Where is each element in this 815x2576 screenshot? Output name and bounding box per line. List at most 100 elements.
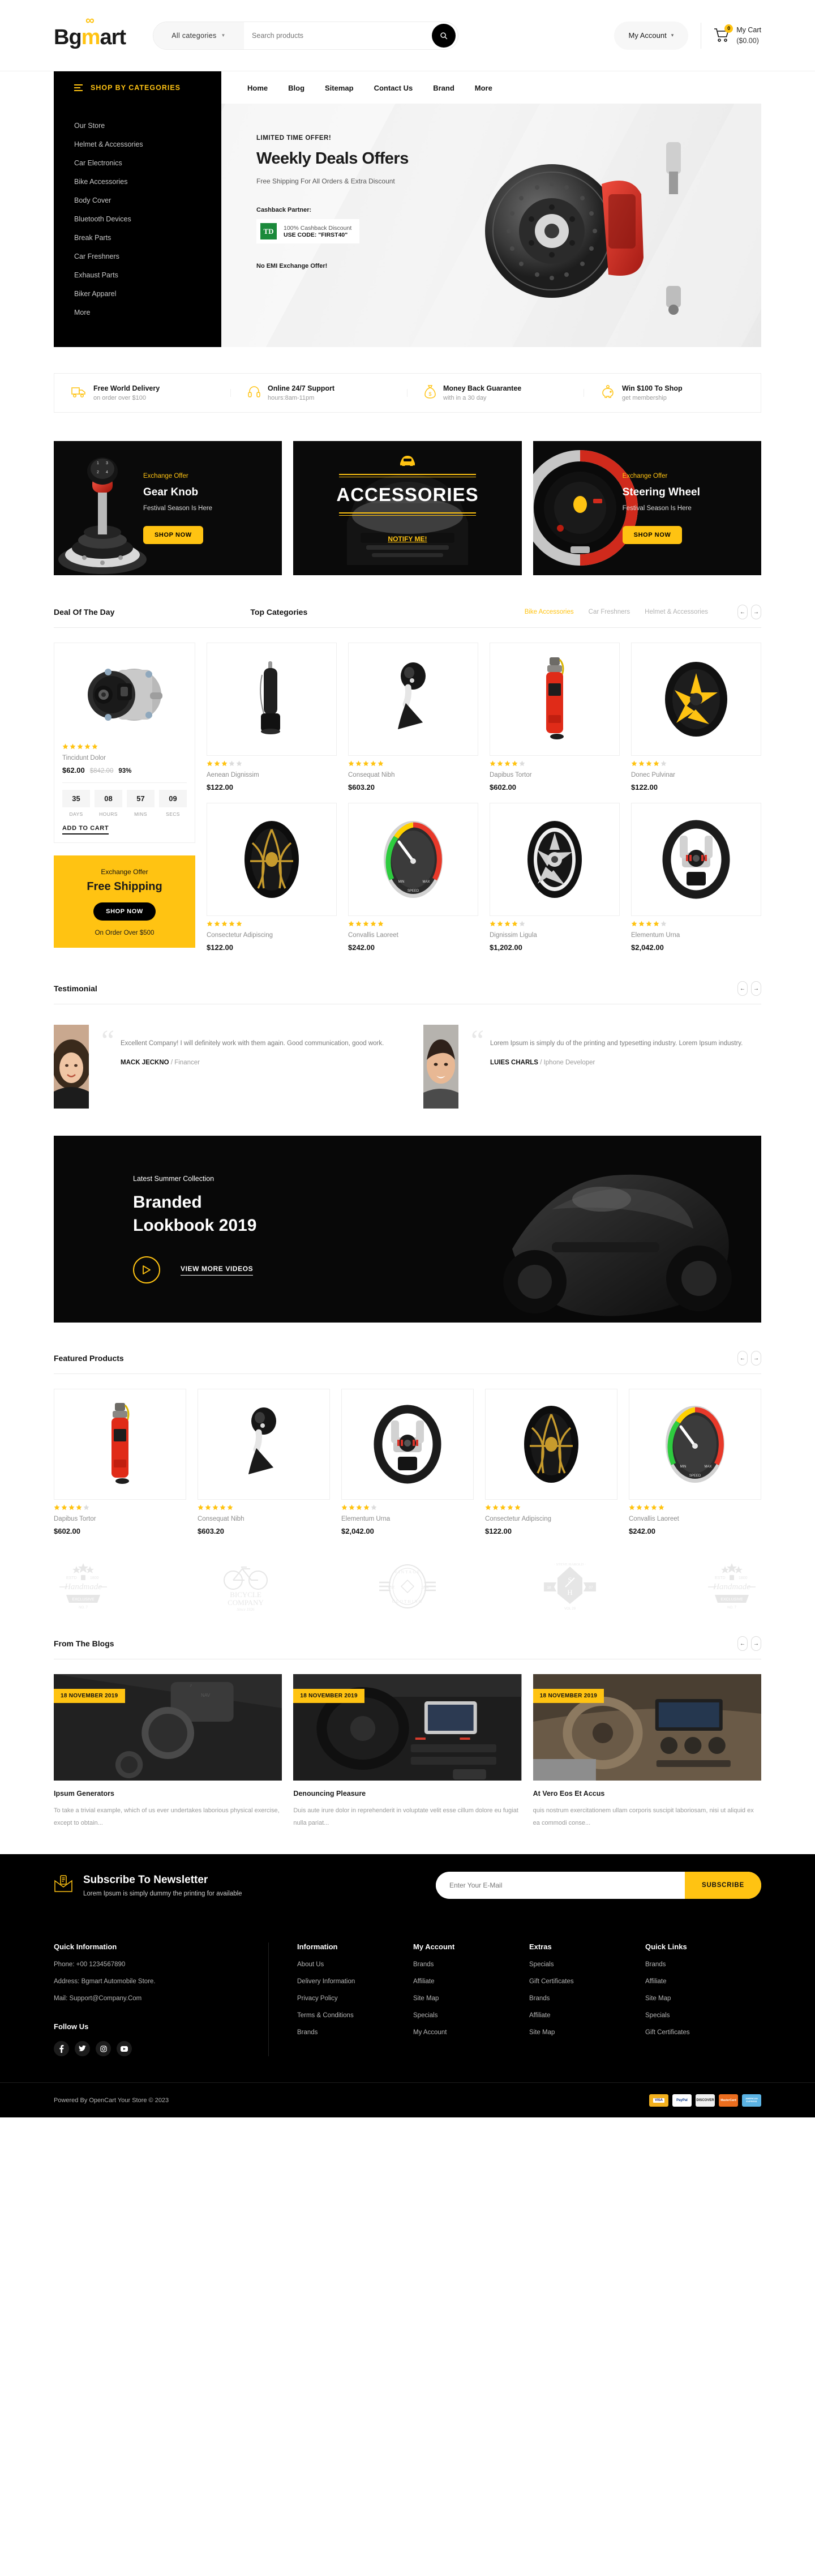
product-card[interactable]: Aenean Dignissim $122.00 [207,643,337,791]
sidebar-item-car-electronics[interactable]: Car Electronics [54,153,221,172]
brand-logo-steve-harold[interactable]: S H 18 07 · STEVE HAROLD · VOL 29 [541,1562,599,1614]
shop-now-button[interactable]: SHOP NOW [143,525,203,544]
featured-product-card[interactable]: Elementum Urna $2,042.00 [341,1389,474,1535]
product-card[interactable]: Elementum Urna $2,042.00 [631,803,761,952]
site-logo[interactable]: ∞ Bgmart [54,14,126,50]
featured-next-button[interactable]: → [751,1351,761,1366]
sidebar-item-body-cover[interactable]: Body Cover [54,191,221,209]
product-card[interactable]: Dapibus Tortor $602.00 [490,643,620,791]
footer-link[interactable]: Brands [529,1995,645,2002]
featured-prev-button[interactable]: ← [737,1351,748,1366]
testimonial-prev-button[interactable]: ← [737,981,748,996]
shop-by-categories-button[interactable]: SHOP BY CATEGORIES [54,71,221,104]
featured-product-card[interactable]: Consequat Nibh $603.20 [198,1389,330,1535]
footer-link[interactable]: Affiliate [529,2012,645,2019]
shop-now-button[interactable]: SHOP NOW [622,525,683,544]
featured-product-card[interactable]: MIN MAX SPEED Convallis Laoreet $242.00 [629,1389,761,1535]
product-name: Dapibus Tortor [490,772,532,778]
search-input[interactable] [244,31,432,40]
product-card[interactable]: MIN MAX SPEED Convallis Laoreet $242.00 [348,803,478,952]
facebook-icon[interactable] [54,2041,69,2056]
hero-banner[interactable]: LIMITED TIME OFFER! Weekly Deals Offers … [221,104,761,347]
sidebar-item-exhaust-parts[interactable]: Exhaust Parts [54,266,221,284]
product-card[interactable]: Dignissim Ligula $1,202.00 [490,803,620,952]
search-button[interactable] [432,23,456,48]
star-icon [236,921,242,927]
blog-post[interactable]: 18 NOVEMBER 2019 Denouncing Pleasure Dui… [293,1674,522,1829]
sidebar-item-more[interactable]: More [54,303,221,322]
footer-link[interactable]: Privacy Policy [297,1995,413,2002]
newsletter-email-input[interactable] [436,1881,685,1889]
view-more-videos-link[interactable]: VIEW MORE VIDEOS [181,1265,254,1276]
sidebar-item-car-freshners[interactable]: Car Freshners [54,247,221,266]
blog-list: NAV ♪ 18 NOVEMBER 2019 Ipsum Generators T… [54,1674,761,1829]
free-shipping-shop-now-button[interactable]: SHOP NOW [93,902,156,921]
blog-post[interactable]: NAV ♪ 18 NOVEMBER 2019 Ipsum Generators T… [54,1674,282,1829]
brand-logo-bicycle-company[interactable]: BICYCLE COMPANY Since 1926 [216,1562,275,1614]
tab-helmet-accessories[interactable]: Helmet & Accessories [645,609,708,615]
notify-me-link[interactable]: NOTIFY ME! [293,535,521,543]
footer-link[interactable]: Gift Certificates [645,2029,761,2036]
footer-link[interactable]: Delivery Information [297,1978,413,1985]
footer-link[interactable]: Site Map [529,2029,645,2036]
sidebar-item-biker-apparel[interactable]: Biker Apparel [54,284,221,303]
nav-link-sitemap[interactable]: Sitemap [325,84,354,92]
brand-logo-vintage-clothing[interactable]: VINTAGE CLOTHING EST. 1984 [378,1562,437,1614]
deal-product-card[interactable]: Tincidunt Dolor $62.00 $842.00 93% 35 DA… [54,643,195,843]
lookbook-banner[interactable]: Latest Summer Collection Branded Lookboo… [54,1136,761,1323]
account-menu[interactable]: My Account ▾ [614,21,689,50]
nav-link-more[interactable]: More [475,84,492,92]
footer-link[interactable]: Affiliate [413,1978,529,1985]
featured-product-card[interactable]: Dapibus Tortor $602.00 [54,1389,186,1535]
sidebar-item-bluetooth-devices[interactable]: Bluetooth Devices [54,209,221,228]
subscribe-button[interactable]: SUBSCRIBE [685,1872,761,1899]
footer-link[interactable]: My Account [413,2029,529,2036]
brand-logo-handmade[interactable]: ESTD 1800 Handmade EXCLUSIVE NO. 7 [702,1562,761,1614]
promo-accessories[interactable]: ACCESSORIES NOTIFY ME! [293,441,522,575]
footer-link[interactable]: Terms & Conditions [297,2012,413,2019]
brand-logo-handmade[interactable]: ESTD 1800 Handmade EXCLUSIVE NO. 7 [54,1562,113,1614]
cart-button[interactable]: 0 My Cart ($0.00) [714,24,761,46]
play-button[interactable] [133,1256,160,1283]
instagram-icon[interactable] [96,2041,111,2056]
add-to-cart-button[interactable]: ADD TO CART [62,825,109,835]
footer-link[interactable]: Site Map [645,1995,761,2002]
tab-car-freshners[interactable]: Car Freshners [589,609,630,615]
sidebar-item-break-parts[interactable]: Break Parts [54,228,221,247]
nav-link-home[interactable]: Home [247,84,268,92]
youtube-icon[interactable] [117,2041,132,2056]
footer-link[interactable]: About Us [297,1961,413,1968]
twitter-icon[interactable] [75,2041,90,2056]
blog-post[interactable]: 18 NOVEMBER 2019 At Vero Eos Et Accus qu… [533,1674,761,1829]
nav-link-contact-us[interactable]: Contact Us [374,84,413,92]
footer-link[interactable]: Specials [645,2012,761,2019]
blog-excerpt: quis nostrum exercitationem ullam corpor… [533,1807,754,1826]
blog-next-button[interactable]: → [751,1636,761,1651]
footer-link[interactable]: Brands [413,1961,529,1968]
nav-link-blog[interactable]: Blog [288,84,304,92]
featured-product-card[interactable]: Consectetur Adipiscing $122.00 [485,1389,617,1535]
product-card[interactable]: Consequat Nibh $603.20 [348,643,478,791]
footer-link[interactable]: Specials [413,2012,529,2019]
product-card[interactable]: Donec Pulvinar $122.00 [631,643,761,791]
footer-link[interactable]: Brands [645,1961,761,1968]
footer-link[interactable]: Site Map [413,1995,529,2002]
sidebar-item-bike-accessories[interactable]: Bike Accessories [54,172,221,191]
promo-gear-knob[interactable]: 13 24 Exchange Offer Gear Knob Festival … [54,441,282,575]
footer-link[interactable]: Brands [297,2029,413,2036]
blog-prev-button[interactable]: ← [737,1636,748,1651]
carousel-prev-button[interactable]: ← [737,605,748,619]
footer-link[interactable]: Gift Certificates [529,1978,645,1985]
footer-link[interactable]: Specials [529,1961,645,1968]
sidebar-item-helmet-accessories[interactable]: Helmet & Accessories [54,135,221,153]
category-select[interactable]: All categories ▼ [153,22,244,49]
promo-steering-wheel[interactable]: Exchange Offer Steering Wheel Festival S… [533,441,761,575]
footer-link[interactable]: Affiliate [645,1978,761,1985]
carousel-next-button[interactable]: → [751,605,761,619]
testimonial-next-button[interactable]: → [751,981,761,996]
nav-link-brand[interactable]: Brand [433,84,454,92]
tab-bike-accessories[interactable]: Bike Accessories [525,609,574,615]
sidebar-item-our-store[interactable]: Our Store [54,116,221,135]
product-card[interactable]: Consectetur Adipiscing $122.00 [207,803,337,952]
free-shipping-promo[interactable]: Exchange Offer Free Shipping SHOP NOW On… [54,855,195,948]
